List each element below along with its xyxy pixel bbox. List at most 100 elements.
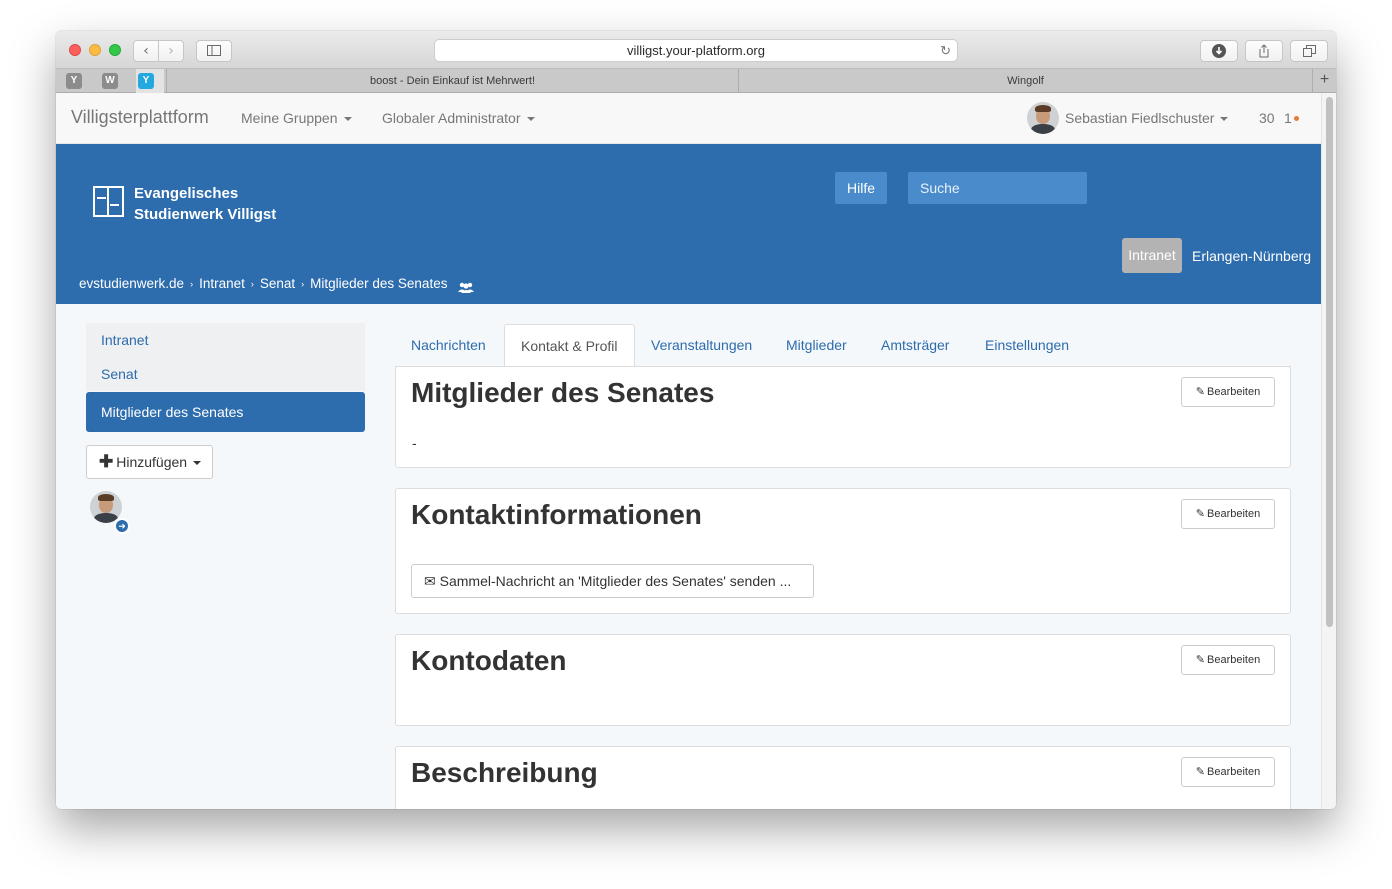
description-panel: Beschreibung ✎ Bearbeiten [395, 746, 1291, 809]
sidebar-item-senat[interactable]: Senat [86, 357, 365, 391]
tabs-overview-button[interactable] [1290, 40, 1328, 62]
group-message-button[interactable]: ✉ Sammel-Nachricht an 'Mitglieder des Se… [411, 564, 814, 598]
user-name: Sebastian Fiedlschuster [1065, 110, 1215, 126]
edit-label: Bearbeiten [1207, 654, 1261, 666]
caret-down-icon [526, 117, 535, 122]
title-value: - [412, 435, 417, 451]
notification-count[interactable]: 1 [1284, 110, 1292, 126]
user-avatar[interactable] [1027, 102, 1059, 134]
sidebar-toggle-button[interactable] [196, 40, 232, 62]
page-scrollbar[interactable] [1321, 93, 1336, 809]
edit-icon: ✎ [1195, 654, 1205, 666]
group-icon [458, 282, 474, 293]
address-bar[interactable]: villigst.your-platform.org ↻ [434, 39, 958, 62]
logo-line-2: Studienwerk Villigst [134, 206, 277, 223]
account-panel: Kontodaten ✎ Bearbeiten [395, 634, 1291, 726]
zoom-window-button[interactable] [109, 44, 121, 56]
sidebar-item-senate-members[interactable]: Mitglieder des Senates [86, 392, 365, 432]
my-groups-dropdown[interactable]: Meine Gruppen [241, 110, 352, 126]
close-window-button[interactable] [69, 44, 81, 56]
content-tabs: Nachrichten Kontakt & Profil Veranstaltu… [395, 324, 1291, 368]
logo-text[interactable]: Evangelisches Studienwerk Villigst [134, 183, 276, 225]
edit-label: Bearbeiten [1207, 508, 1261, 520]
user-menu-dropdown[interactable]: Sebastian Fiedlschuster [1065, 110, 1229, 126]
breadcrumb-separator-icon: › [250, 279, 254, 289]
favorite-y-icon[interactable]: Y [66, 73, 82, 89]
global-admin-dropdown[interactable]: Globaler Administrator [382, 110, 535, 126]
edit-contact-button[interactable]: ✎ Bearbeiten [1181, 499, 1275, 529]
intranet-pill[interactable]: Intranet [1122, 238, 1182, 273]
edit-icon: ✎ [1195, 508, 1205, 520]
tabs-icon [1302, 45, 1316, 57]
breadcrumb-item[interactable]: evstudienwerk.de [79, 276, 184, 291]
caret-down-icon [193, 461, 202, 466]
browser-tab-wingolf[interactable]: Wingolf [738, 69, 1312, 93]
scrollbar-thumb[interactable] [1326, 97, 1333, 627]
tab-members[interactable]: Mitglieder [770, 324, 863, 367]
edit-account-button[interactable]: ✎ Bearbeiten [1181, 645, 1275, 675]
description-heading: Beschreibung [411, 757, 598, 788]
favorite-yammer-icon[interactable]: Y [138, 73, 154, 89]
breadcrumb-current[interactable]: Mitglieder des Senates [310, 276, 447, 291]
add-button-label: Hinzufügen [116, 454, 188, 470]
url-text: villigst.your-platform.org [627, 43, 765, 58]
notification-dot-icon [1294, 116, 1299, 121]
edit-title-button[interactable]: ✎ Bearbeiten [1181, 377, 1275, 407]
envelope-icon: ✉ [424, 573, 440, 589]
browser-toolbar: ‹ › villigst.your-platform.org ↻ [56, 31, 1336, 69]
title-panel: Mitglieder des Senates ✎ Bearbeiten - [395, 366, 1291, 468]
breadcrumb-separator-icon: › [301, 279, 305, 289]
tab-officials[interactable]: Amtsträger [865, 324, 965, 367]
breadcrumb: evstudienwerk.de › Intranet › Senat › Mitglied… [79, 276, 447, 291]
share-icon [1259, 44, 1269, 58]
cross-logo-icon[interactable] [93, 186, 124, 217]
favorite-w-icon[interactable]: W [102, 73, 118, 89]
tab-settings[interactable]: Einstellungen [969, 324, 1085, 367]
breadcrumb-item[interactable]: Senat [260, 276, 295, 291]
site-header: Evangelisches Studienwerk Villigst Hilfe… [56, 144, 1321, 304]
downloads-button[interactable] [1200, 40, 1238, 62]
tab-events[interactable]: Veranstaltungen [635, 324, 768, 367]
my-groups-label: Meine Gruppen [241, 110, 338, 126]
edit-icon: ✎ [1195, 766, 1205, 778]
count-indicator[interactable]: 30 [1259, 110, 1275, 126]
browser-tab-bar: Y W Y boost - Dein Einkauf ist Mehrwert!… [56, 69, 1336, 93]
sidebar-item-intranet[interactable]: Intranet [86, 323, 365, 357]
tab-contact-profile[interactable]: Kontakt & Profil [504, 324, 635, 368]
brand-link[interactable]: Villigsterplattform [71, 107, 209, 128]
contact-heading: Kontaktinformationen [411, 499, 702, 530]
new-tab-button[interactable]: + [1312, 69, 1336, 93]
logo-line-1: Evangelisches [134, 185, 239, 202]
caret-down-icon [343, 117, 352, 122]
back-button[interactable]: ‹ [133, 40, 159, 62]
account-heading: Kontodaten [411, 645, 567, 676]
download-icon [1212, 44, 1226, 58]
contact-panel: Kontaktinformationen ✎ Bearbeiten ✉ Samme… [395, 488, 1291, 614]
top-navbar: Villigsterplattform Meine Gruppen Global… [56, 93, 1321, 144]
forward-button[interactable]: › [158, 40, 184, 62]
add-button[interactable]: ✚ Hinzufügen [86, 445, 213, 479]
edit-icon: ✎ [1195, 386, 1205, 398]
tab-messages[interactable]: Nachrichten [395, 324, 502, 367]
share-button[interactable] [1245, 40, 1283, 62]
chevron-right-icon: › [168, 43, 174, 59]
breadcrumb-separator-icon: › [190, 279, 194, 289]
edit-description-button[interactable]: ✎ Bearbeiten [1181, 757, 1275, 787]
sidebar-icon [207, 45, 221, 56]
help-button[interactable]: Hilfe [835, 172, 887, 204]
arrow-right-icon[interactable]: ➜ [114, 518, 130, 534]
group-message-label: Sammel-Nachricht an 'Mitglieder des Sena… [439, 573, 792, 589]
edit-label: Bearbeiten [1207, 386, 1261, 398]
region-link[interactable]: Erlangen-Nürnberg [1192, 248, 1311, 264]
breadcrumb-item[interactable]: Intranet [199, 276, 245, 291]
plus-icon: ✚ [99, 452, 114, 471]
minimize-window-button[interactable] [89, 44, 101, 56]
reload-icon[interactable]: ↻ [940, 40, 951, 61]
group-title: Mitglieder des Senates [411, 377, 715, 408]
search-input[interactable]: Suche [908, 172, 1087, 204]
browser-tab-boost[interactable]: boost - Dein Einkauf ist Mehrwert! [166, 69, 738, 93]
web-page: Villigsterplattform Meine Gruppen Global… [56, 93, 1321, 809]
chevron-left-icon: ‹ [143, 43, 149, 59]
global-admin-label: Globaler Administrator [382, 110, 521, 126]
browser-window: ‹ › villigst.your-platform.org ↻ Y W Y b… [56, 31, 1336, 809]
